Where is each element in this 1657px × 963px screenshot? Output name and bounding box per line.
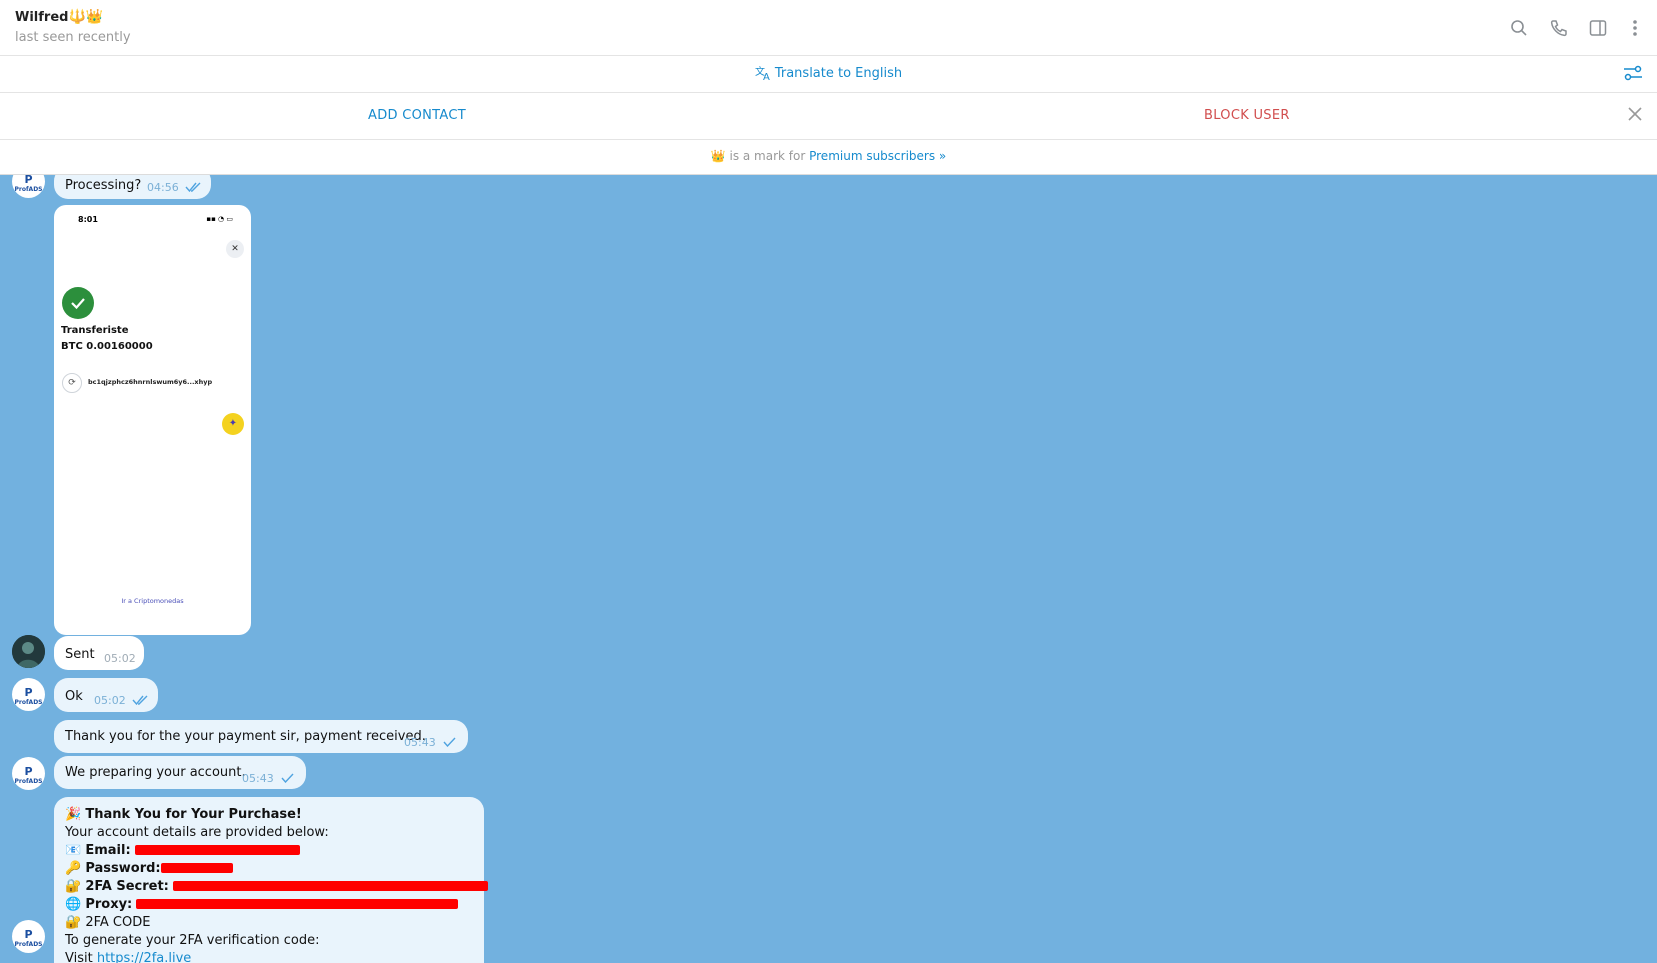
profads-logo: P ProfADS <box>14 928 43 948</box>
chat-messages-area[interactable]: P ProfADS Processing? 04:56 8:01 ▪︎▪︎ ◔ ▭… <box>0 175 1657 963</box>
image-message[interactable]: 8:01 ▪︎▪︎ ◔ ▭ ✕ Transferiste BTC 0.00160… <box>54 205 251 635</box>
envelope-icon: 📧 <box>65 843 82 858</box>
password-label: Password: <box>85 861 161 876</box>
chat-title[interactable]: Wilfred🔱👑 <box>15 9 103 25</box>
chat-header: Wilfred🔱👑 last seen recently <box>0 0 1657 56</box>
profads-logo: P ProfADS <box>14 765 43 785</box>
password-line: 🔑 Password: <box>65 860 484 878</box>
lock-icon: 🔐 <box>65 879 82 894</box>
visit-line: Visit https://2fa.live <box>65 950 484 963</box>
block-user-button[interactable]: BLOCK USER <box>1204 108 1290 123</box>
message-bubble[interactable]: We preparing your account. 05:43 <box>54 756 306 789</box>
message-bubble[interactable]: Sent 05:02 <box>54 636 144 670</box>
avatar[interactable]: P ProfADS <box>12 920 45 953</box>
message-bubble[interactable]: Ok 05:02 <box>54 678 158 712</box>
redacted-email <box>134 845 300 855</box>
code-label: 2FA CODE <box>85 915 151 930</box>
add-contact-button[interactable]: ADD CONTACT <box>368 108 466 123</box>
name-emoji: 🔱👑 <box>68 9 104 25</box>
message-heading: Thank You for Your Purchase! <box>85 807 302 822</box>
proxy-label: Proxy: <box>85 897 133 912</box>
phone-clock: 8:01 <box>78 215 98 224</box>
party-icon: 🎉 <box>65 807 82 822</box>
wallet-address: bc1qjzphcz6hnrnlswum6y6...xhyp <box>88 378 213 386</box>
phone-status-icons: ▪︎▪︎ ◔ ▭ <box>206 215 233 223</box>
secret-label: 2FA Secret: <box>85 879 169 894</box>
account-details-message[interactable]: 🎉 Thank You for Your Purchase! Your acco… <box>54 797 489 963</box>
message-text: Thank you for the your payment sir, paym… <box>65 729 426 744</box>
transfer-amount: BTC 0.00160000 <box>61 341 153 352</box>
translate-label: Translate to English <box>774 66 903 81</box>
visit-text: Visit <box>65 951 97 963</box>
avatar[interactable]: P ProfADS <box>12 175 45 198</box>
double-check-icon <box>185 182 201 192</box>
transfer-title: Transferiste <box>61 325 129 336</box>
message-text: Processing? <box>65 178 142 193</box>
message-line: 🎉 Thank You for Your Purchase! <box>65 806 484 824</box>
email-line: 📧 Email: <box>65 842 484 860</box>
check-icon <box>281 773 294 783</box>
sidebar-toggle-icon[interactable] <box>1582 12 1614 44</box>
phone-icon[interactable] <box>1543 12 1575 44</box>
secret-line: 🔐 2FA Secret: <box>65 878 489 896</box>
double-check-icon <box>132 695 148 705</box>
crown-icon: 👑 <box>710 149 726 163</box>
profads-logo: P ProfADS <box>14 175 43 193</box>
premium-text: is a mark for <box>725 149 810 163</box>
message-text: To generate your 2FA verification code: <box>65 933 320 948</box>
search-icon[interactable] <box>1503 12 1535 44</box>
proxy-line: 🌐 Proxy: <box>65 896 484 914</box>
message-time: 04:56 <box>147 181 179 194</box>
translate-settings-icon[interactable] <box>1623 64 1643 86</box>
premium-notice-bar: 👑 is a mark for Premium subscribers » <box>0 140 1657 175</box>
translate-icon: 文A <box>755 65 770 83</box>
message-text: Your account details are provided below: <box>65 825 329 840</box>
message-bubble[interactable]: Thank you for the your payment sir, paym… <box>54 720 468 753</box>
message-text: Ok <box>65 689 83 704</box>
translate-button[interactable]: 文 A Translate to English <box>0 65 1657 83</box>
message-text: Sent <box>65 647 95 662</box>
svg-text:A: A <box>763 72 770 81</box>
wallet-icon: ⟳ <box>62 373 82 393</box>
key-icon: 🔑 <box>65 861 82 876</box>
avatar[interactable]: P ProfADS <box>12 757 45 790</box>
2fa-link[interactable]: https://2fa.live <box>97 951 191 963</box>
user-avatar-image <box>12 635 45 668</box>
avatar[interactable] <box>12 635 45 668</box>
message-time: 05:43 <box>404 736 436 749</box>
contact-action-bar: ADD CONTACT BLOCK USER <box>0 93 1657 140</box>
check-icon <box>443 737 456 747</box>
crypto-link: Ir a Criptomonedas <box>121 597 184 605</box>
contact-name: Wilfred <box>15 10 69 25</box>
code-line: 🔐 2FA CODE <box>65 914 484 932</box>
profads-logo: P ProfADS <box>14 686 43 706</box>
redacted-proxy <box>136 899 459 909</box>
last-seen-status: last seen recently <box>15 30 131 45</box>
email-label: Email: <box>85 843 131 858</box>
redacted-secret <box>173 881 489 891</box>
premium-subscribers-link[interactable]: Premium subscribers » <box>809 149 946 163</box>
message-time: 05:02 <box>94 694 126 707</box>
avatar[interactable]: P ProfADS <box>12 678 45 711</box>
lock-icon: 🔐 <box>65 915 82 930</box>
premium-notice: 👑 is a mark for Premium subscribers » <box>0 149 1657 163</box>
translate-bar: 文 A Translate to English <box>0 56 1657 93</box>
message-time: 05:02 <box>104 652 136 665</box>
globe-icon: 🌐 <box>65 897 82 912</box>
more-menu-icon[interactable] <box>1619 12 1651 44</box>
close-icon: ✕ <box>226 240 244 258</box>
close-icon[interactable] <box>1627 106 1643 126</box>
message-bubble[interactable]: Processing? 04:56 <box>54 175 211 199</box>
sparkle-icon: ✦ <box>222 413 244 435</box>
message-text: We preparing your account. <box>65 765 246 780</box>
redacted-password <box>160 863 233 873</box>
success-check-icon <box>62 287 94 319</box>
message-time: 05:43 <box>242 772 274 785</box>
